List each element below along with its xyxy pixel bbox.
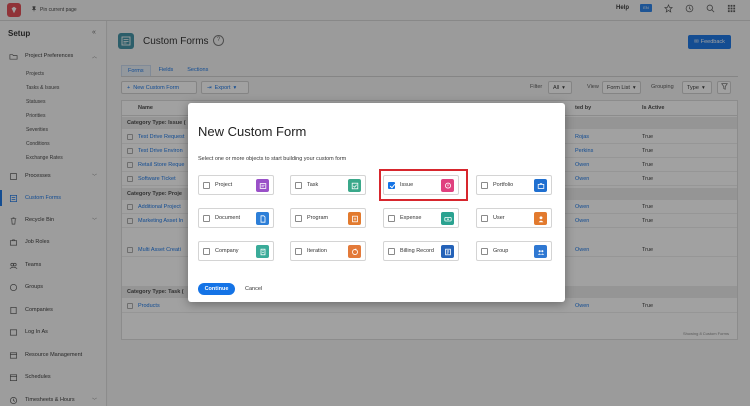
- program-icon: [348, 212, 361, 225]
- object-option-project[interactable]: Project: [198, 175, 274, 195]
- expense-icon: [441, 212, 454, 225]
- object-option-task[interactable]: Task: [290, 175, 366, 195]
- user-checkbox[interactable]: [481, 215, 488, 222]
- object-option-group[interactable]: Group: [476, 241, 552, 261]
- iteration-icon: [348, 245, 361, 258]
- iteration-checkbox[interactable]: [295, 248, 302, 255]
- billing-record-checkbox[interactable]: [388, 248, 395, 255]
- portfolio-checkbox[interactable]: [481, 182, 488, 189]
- object-option-document[interactable]: Document: [198, 208, 274, 228]
- dialog-title: New Custom Form: [198, 124, 307, 139]
- dialog-subtitle: Select one or more objects to start buil…: [198, 156, 347, 162]
- object-option-portfolio[interactable]: Portfolio: [476, 175, 552, 195]
- company-icon: [256, 245, 269, 258]
- object-option-company[interactable]: Company: [198, 241, 274, 261]
- project-checkbox[interactable]: [203, 182, 210, 189]
- new-custom-form-dialog: New Custom Form Select one or more objec…: [188, 103, 565, 302]
- object-option-billing-record[interactable]: Billing Record: [383, 241, 459, 261]
- issue-highlight-box: [379, 169, 468, 201]
- object-option-user[interactable]: User: [476, 208, 552, 228]
- company-checkbox[interactable]: [203, 248, 210, 255]
- continue-button[interactable]: Continue: [198, 283, 235, 295]
- object-option-expense[interactable]: Expense: [383, 208, 459, 228]
- object-option-program[interactable]: Program: [290, 208, 366, 228]
- task-checkbox[interactable]: [295, 182, 302, 189]
- user-icon: [534, 212, 547, 225]
- project-icon: [256, 179, 269, 192]
- billing-record-icon: [441, 245, 454, 258]
- object-option-iteration[interactable]: Iteration: [290, 241, 366, 261]
- portfolio-icon: [534, 179, 547, 192]
- document-icon: [256, 212, 269, 225]
- group-icon: [534, 245, 547, 258]
- document-checkbox[interactable]: [203, 215, 210, 222]
- program-checkbox[interactable]: [295, 215, 302, 222]
- expense-checkbox[interactable]: [388, 215, 395, 222]
- task-icon: [348, 179, 361, 192]
- group-checkbox[interactable]: [481, 248, 488, 255]
- cancel-button[interactable]: Cancel: [245, 286, 262, 292]
